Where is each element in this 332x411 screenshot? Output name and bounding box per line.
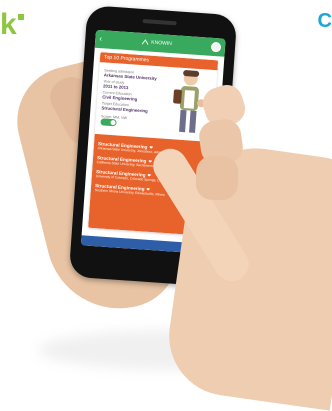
app-logo-text: KNOWIN xyxy=(151,39,172,48)
brand-right-text: C xyxy=(317,10,332,32)
finger-3 xyxy=(195,155,239,201)
avatar[interactable] xyxy=(210,41,222,53)
toggle-knob xyxy=(110,119,116,126)
brand-left-text: k xyxy=(0,8,24,42)
brand-left-mark xyxy=(17,14,24,20)
info-section: Seeking admission Arkansas State Univers… xyxy=(100,66,162,129)
phone-speaker xyxy=(142,18,177,26)
back-icon[interactable]: ‹ xyxy=(99,34,102,43)
result-item[interactable]: Structural Engineering ❤ Arkansas State … xyxy=(98,141,208,158)
scope-toggle[interactable] xyxy=(100,118,117,127)
brand-left-letter: k xyxy=(0,8,17,41)
app-logo-icon xyxy=(141,39,149,45)
app-logo-wrap: KNOWIN xyxy=(141,39,172,47)
